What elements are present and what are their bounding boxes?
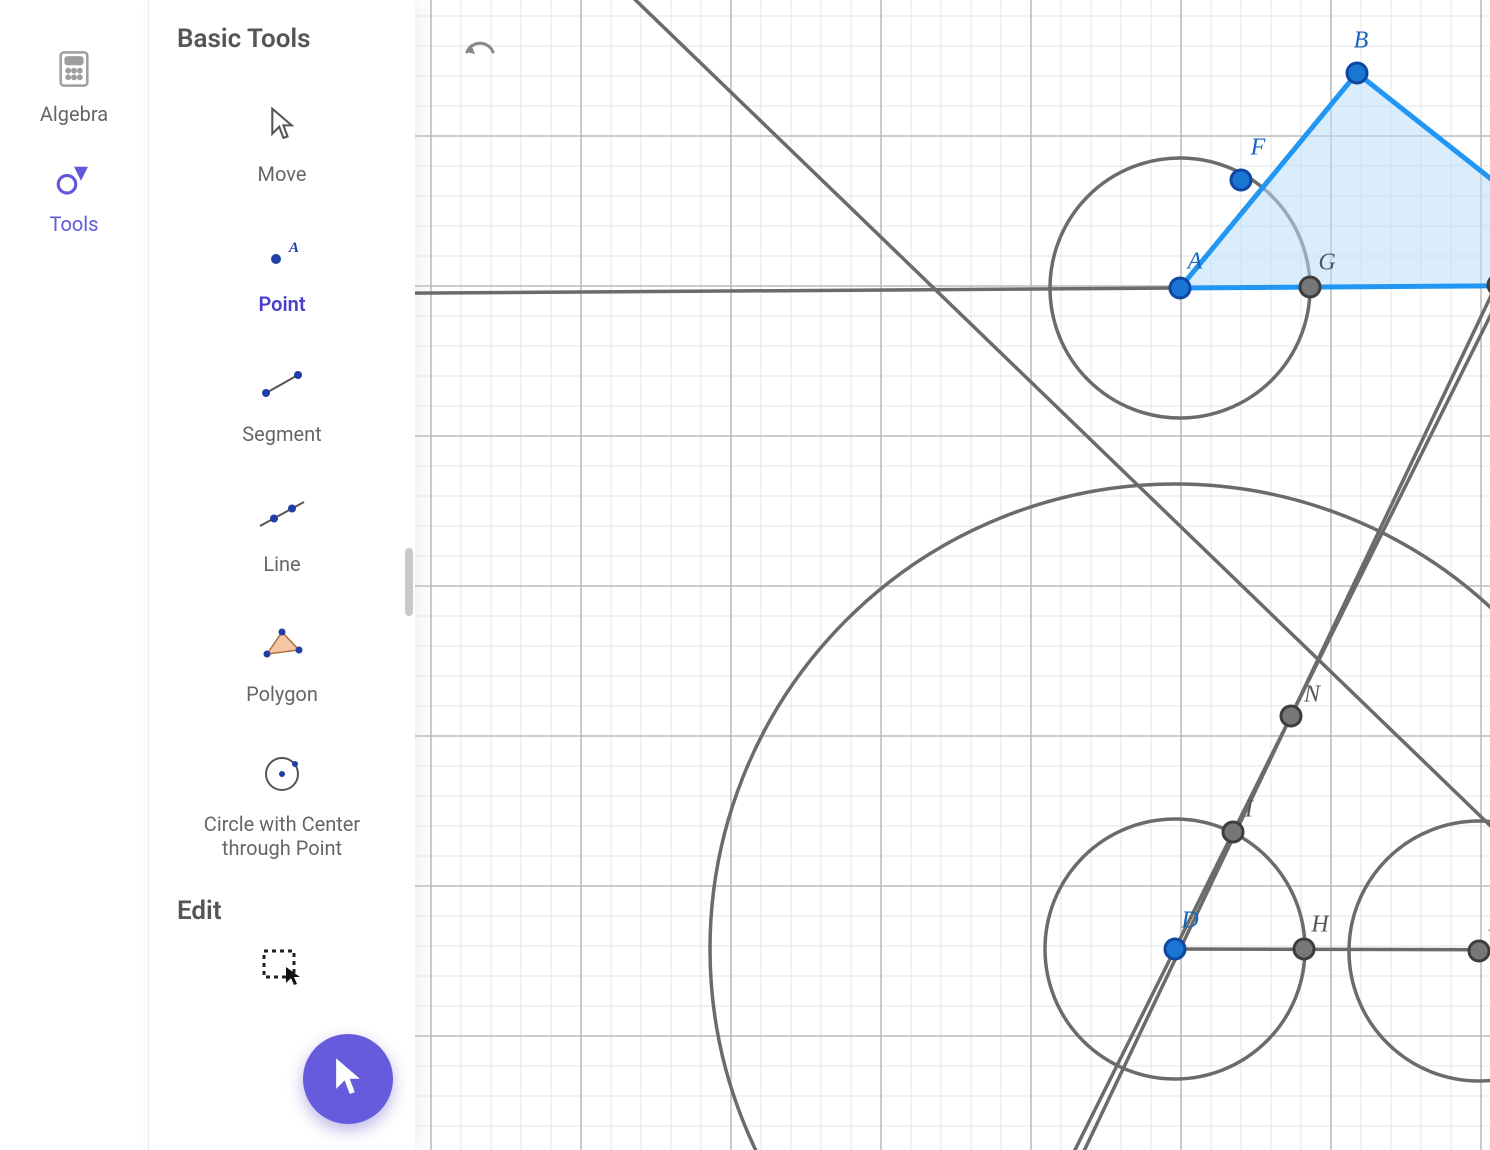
tool-label: Segment xyxy=(242,422,321,446)
tool-label: Point xyxy=(258,292,305,316)
nav-label: Tools xyxy=(50,212,99,236)
tool-label: Line xyxy=(263,552,300,576)
tool-section-edit: Edit xyxy=(177,896,415,926)
tool-label: Polygon xyxy=(246,682,318,706)
nav-label: Algebra xyxy=(40,102,108,126)
geometry-canvas[interactable]: ABCFJGKDEHLMIN xyxy=(415,0,1490,1150)
undo-button[interactable] xyxy=(459,34,499,68)
line-icon xyxy=(258,494,306,534)
select-rect-icon xyxy=(260,946,304,986)
nav-algebra[interactable]: Algebra xyxy=(0,46,148,126)
cursor-icon xyxy=(267,104,297,144)
polygon-icon xyxy=(259,624,305,664)
fab-move-tool[interactable] xyxy=(303,1034,393,1124)
svg-text:A: A xyxy=(288,240,299,256)
circle-icon xyxy=(261,754,303,794)
tool-panel: Basic Tools Move A Point xyxy=(149,0,415,1150)
tool-panel-header: Basic Tools xyxy=(177,24,415,54)
cursor-solid-icon xyxy=(329,1055,367,1103)
tool-move[interactable]: Move xyxy=(182,82,382,212)
nav-rail: Algebra Tools xyxy=(0,0,149,1150)
tools-icon xyxy=(51,156,97,202)
segment-icon xyxy=(260,364,304,404)
undo-icon xyxy=(459,49,499,68)
calculator-icon xyxy=(51,46,97,92)
tool-point[interactable]: A Point xyxy=(182,212,382,342)
nav-tools[interactable]: Tools xyxy=(0,156,148,236)
tool-select-rect[interactable] xyxy=(182,940,382,1012)
scene xyxy=(415,0,1490,1150)
tool-label: Circle with Center through Point xyxy=(192,812,372,860)
scrollbar-thumb[interactable] xyxy=(405,548,413,616)
tool-label: Move xyxy=(258,162,307,186)
tool-segment[interactable]: Segment xyxy=(182,342,382,472)
tool-polygon[interactable]: Polygon xyxy=(182,602,382,732)
tool-line[interactable]: Line xyxy=(182,472,382,602)
point-icon: A xyxy=(262,234,302,274)
tool-circle-center-through[interactable]: Circle with Center through Point xyxy=(182,732,382,886)
